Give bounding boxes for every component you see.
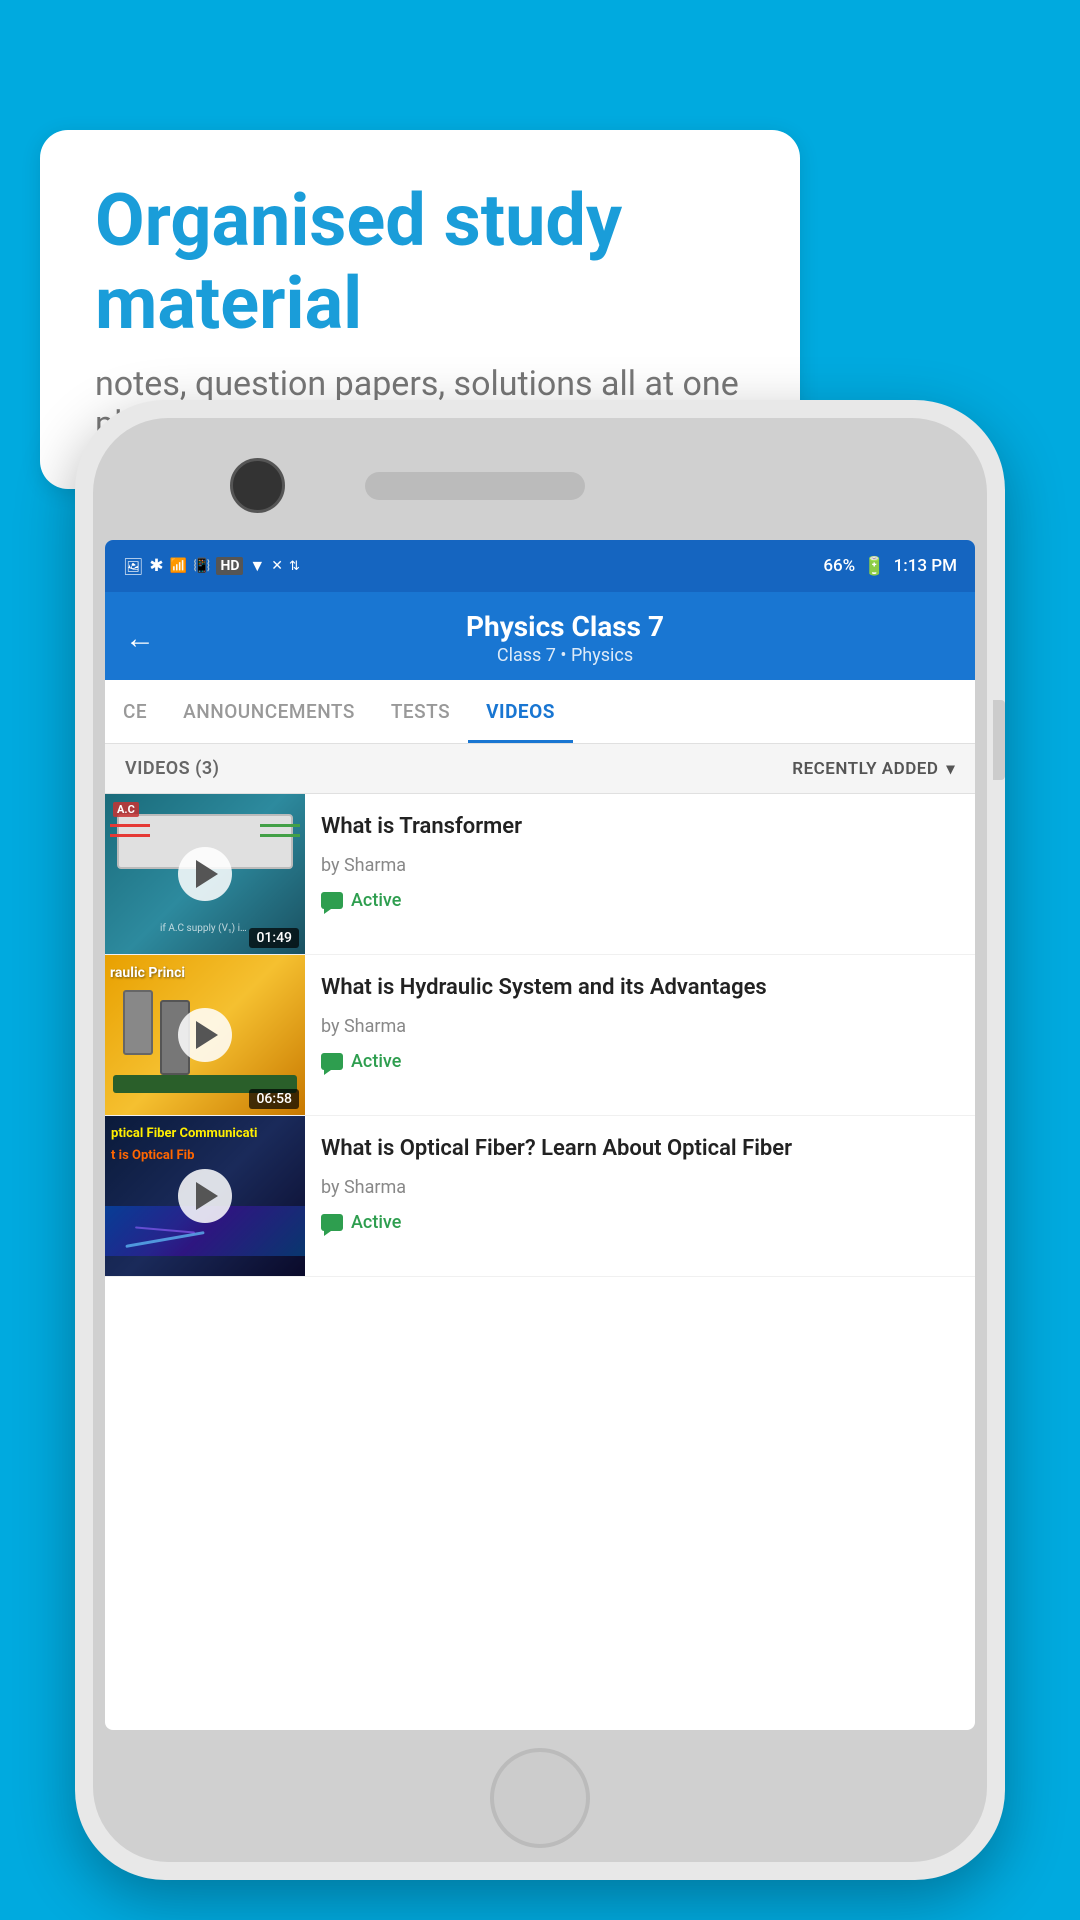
class-label: Class 7 bbox=[497, 645, 556, 666]
chevron-down-icon: ▾ bbox=[946, 759, 955, 778]
optical-sublabel: t is Optical Fib bbox=[105, 1146, 305, 1165]
video-list: A.C if A.C supply (V₁) is applied to the… bbox=[105, 794, 975, 1277]
app-bar-titles: Physics Class 7 Class 7 • Physics bbox=[175, 610, 955, 666]
signal-icon: 📶 bbox=[170, 558, 187, 574]
tab-tests[interactable]: TESTS bbox=[373, 680, 468, 743]
video-item-3[interactable]: ptical Fiber Communicati t is Optical Fi… bbox=[105, 1116, 975, 1277]
video-status-2: Active bbox=[321, 1051, 959, 1072]
video-thumb-2: raulic Princi 06:58 bbox=[105, 955, 305, 1115]
bubble-title: Organised study material bbox=[95, 180, 745, 346]
video-duration-1: 01:49 bbox=[249, 928, 299, 948]
bluetooth-icon: ✱ bbox=[149, 556, 163, 576]
chat-icon-3 bbox=[321, 1214, 343, 1231]
video-author-1: by Sharma bbox=[321, 855, 959, 876]
status-right: 66% 🔋 1:13 PM bbox=[823, 556, 957, 577]
video-thumb-1: A.C if A.C supply (V₁) is applied to the… bbox=[105, 794, 305, 954]
battery-percent: 66% bbox=[823, 556, 855, 576]
video-status-1: Active bbox=[321, 890, 959, 911]
chat-icon-2 bbox=[321, 1053, 343, 1070]
video-thumb-3: ptical Fiber Communicati t is Optical Fi… bbox=[105, 1116, 305, 1276]
phone-screen: 🖼 ✱ 📶 📳 HD ▼ ✕ ⇅ 66% 🔋 1:13 PM ← bbox=[105, 540, 975, 1730]
back-button[interactable]: ← bbox=[125, 621, 155, 656]
app-bar-main-title: Physics Class 7 bbox=[175, 610, 955, 643]
network-icon: ✕ bbox=[271, 558, 283, 574]
tab-videos[interactable]: VIDEOS bbox=[468, 680, 573, 743]
videos-count: VIDEOS (3) bbox=[125, 758, 219, 779]
phone-speaker bbox=[365, 472, 585, 500]
status-label-3: Active bbox=[351, 1212, 401, 1233]
vibrate-icon: 📳 bbox=[193, 558, 210, 574]
video-author-3: by Sharma bbox=[321, 1177, 959, 1198]
home-button[interactable] bbox=[490, 1748, 590, 1848]
video-title-2: What is Hydraulic System and its Advanta… bbox=[321, 973, 959, 1004]
play-triangle-1 bbox=[196, 860, 218, 888]
status-left: 🖼 ✱ 📶 📳 HD ▼ ✕ ⇅ bbox=[123, 556, 300, 576]
video-title-1: What is Transformer bbox=[321, 812, 959, 843]
video-item-1[interactable]: A.C if A.C supply (V₁) is applied to the… bbox=[105, 794, 975, 955]
tab-ce[interactable]: CE bbox=[105, 680, 165, 743]
phone-camera bbox=[230, 458, 285, 513]
video-info-3: What is Optical Fiber? Learn About Optic… bbox=[305, 1116, 975, 1276]
background: Organised study material notes, question… bbox=[0, 0, 1080, 1920]
play-button-3[interactable] bbox=[178, 1169, 232, 1223]
tab-announcements[interactable]: ANNOUNCEMENTS bbox=[165, 680, 373, 743]
hyd-label: raulic Princi bbox=[110, 965, 185, 981]
play-triangle-3 bbox=[196, 1182, 218, 1210]
video-status-3: Active bbox=[321, 1212, 959, 1233]
play-button-2[interactable] bbox=[178, 1008, 232, 1062]
filter-bar: VIDEOS (3) RECENTLY ADDED ▾ bbox=[105, 744, 975, 794]
video-author-2: by Sharma bbox=[321, 1016, 959, 1037]
sort-label: RECENTLY ADDED bbox=[792, 759, 938, 779]
play-triangle-2 bbox=[196, 1021, 218, 1049]
video-title-3: What is Optical Fiber? Learn About Optic… bbox=[321, 1134, 959, 1165]
app-bar: ← Physics Class 7 Class 7 • Physics bbox=[105, 592, 975, 680]
status-label-2: Active bbox=[351, 1051, 401, 1072]
optical-label: ptical Fiber Communicati bbox=[105, 1124, 305, 1143]
hd-badge: HD bbox=[216, 557, 243, 575]
video-duration-2: 06:58 bbox=[249, 1089, 299, 1109]
sort-dropdown[interactable]: RECENTLY ADDED ▾ bbox=[792, 759, 955, 779]
video-item-2[interactable]: raulic Princi 06:58 What is Hydraulic Sy… bbox=[105, 955, 975, 1116]
play-button-1[interactable] bbox=[178, 847, 232, 901]
chat-icon-1 bbox=[321, 892, 343, 909]
status-bar: 🖼 ✱ 📶 📳 HD ▼ ✕ ⇅ 66% 🔋 1:13 PM bbox=[105, 540, 975, 592]
video-info-2: What is Hydraulic System and its Advanta… bbox=[305, 955, 975, 1115]
battery-icon: 🔋 bbox=[863, 556, 885, 577]
video-info-1: What is Transformer by Sharma Active bbox=[305, 794, 975, 954]
wifi-icon: ▼ bbox=[249, 556, 265, 576]
image-icon: 🖼 bbox=[123, 557, 143, 576]
data-icon: ⇅ bbox=[289, 559, 300, 574]
phone-side-button bbox=[993, 700, 1005, 780]
tabs-bar: CE ANNOUNCEMENTS TESTS VIDEOS bbox=[105, 680, 975, 744]
subtitle-separator: • bbox=[560, 645, 571, 666]
clock: 1:13 PM bbox=[894, 556, 957, 576]
app-bar-subtitle: Class 7 • Physics bbox=[175, 645, 955, 666]
phone-frame: 🖼 ✱ 📶 📳 HD ▼ ✕ ⇅ 66% 🔋 1:13 PM ← bbox=[75, 400, 1005, 1880]
status-label-1: Active bbox=[351, 890, 401, 911]
subject-label: Physics bbox=[571, 645, 633, 666]
